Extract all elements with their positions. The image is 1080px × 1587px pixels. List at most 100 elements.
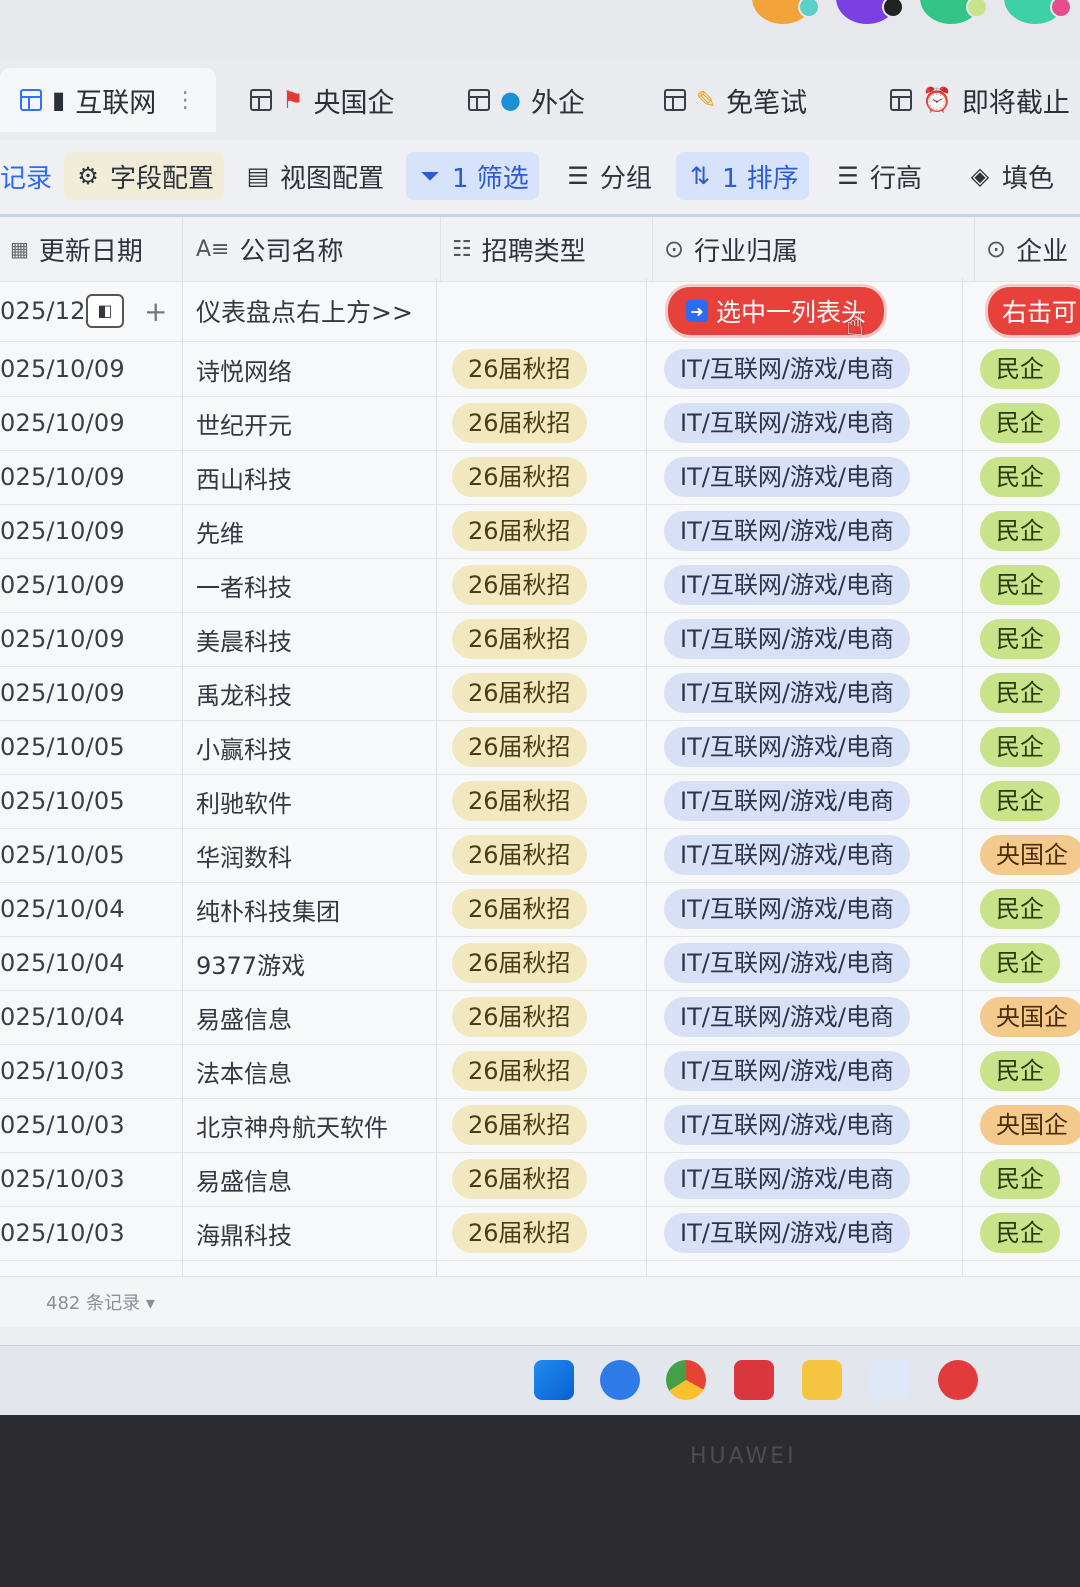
row-industry[interactable]: IT/互联网/游戏/电商 [664, 882, 910, 936]
row-company-type[interactable]: 民企 [980, 450, 1060, 504]
row-recruit-type[interactable]: 26届秋招 [452, 882, 587, 936]
row-recruit-type[interactable]: 26届秋招 [452, 1152, 587, 1206]
row-industry[interactable]: IT/互联网/游戏/电商 [664, 1044, 910, 1098]
row-company-type[interactable]: 央国企 [980, 1098, 1080, 1152]
row-recruit-type[interactable]: 26届秋招 [452, 936, 587, 990]
row-company-type[interactable]: 央国企 [980, 990, 1080, 1044]
row-company-type[interactable]: 民企 [980, 558, 1060, 612]
row-company-type[interactable]: 民企 [980, 882, 1060, 936]
table-row[interactable]: 025/10/09 先维 26届秋招 IT/互联网/游戏/电商 民企 [0, 504, 1080, 559]
header-update-date[interactable]: ▦ 更新日期 [10, 217, 143, 281]
group-button[interactable]: ☰ 分组 [554, 152, 662, 200]
edge-browser-icon[interactable] [600, 1360, 640, 1400]
row-company-type[interactable]: 民企 [980, 1206, 1060, 1260]
header-company[interactable]: A≡ 公司名称 [196, 217, 344, 281]
row-industry[interactable]: IT/互联网/游戏/电商 [664, 666, 910, 720]
table-row[interactable]: 025/10/09 诗悦网络 26届秋招 IT/互联网/游戏/电商 民企 [0, 342, 1080, 397]
add-row-icon[interactable]: + [144, 281, 167, 341]
table-row[interactable]: 025/10/09 禹龙科技 26届秋招 IT/互联网/游戏/电商 民企 [0, 666, 1080, 721]
chrome-icon[interactable] [666, 1360, 706, 1400]
header-recruit-type[interactable]: ☷ 招聘类型 [452, 217, 586, 281]
row-industry[interactable]: IT/互联网/游戏/电商 [664, 774, 910, 828]
tab-deadline[interactable]: ⏰ 即将截止 [890, 74, 1070, 126]
table-row[interactable]: 025/10/09 一者科技 26届秋招 IT/互联网/游戏/电商 民企 [0, 558, 1080, 613]
tab-internet[interactable]: ▮ 互联网 ⋮ [0, 68, 217, 132]
record-count[interactable]: 482 条记录 ▾ [46, 1289, 155, 1315]
row-company-type[interactable]: 民企 [980, 720, 1060, 774]
row-industry[interactable]: IT/互联网/游戏/电商 [664, 1098, 910, 1152]
table-row[interactable]: 025/12/ ◧ + 仪表盘点右上方>> ➜ 选中一列表头 右击可 [0, 281, 1080, 342]
row-recruit-type[interactable]: 26届秋招 [452, 990, 587, 1044]
row-company-type[interactable]: 民企 [980, 504, 1060, 558]
row-recruit-type[interactable]: 26届秋招 [452, 504, 587, 558]
right-click-pill[interactable]: 右击可 [988, 281, 1080, 341]
grid-view-icon [468, 89, 490, 111]
expand-row-icon[interactable]: ◧ [86, 281, 124, 341]
row-company-type[interactable]: 民企 [980, 774, 1060, 828]
tab-no-exam[interactable]: ✎ 免笔试 [664, 74, 807, 126]
row-company-type[interactable]: 民企 [980, 1152, 1060, 1206]
row-company-type[interactable]: 民企 [980, 342, 1060, 396]
view-config-button[interactable]: ▤ 视图配置 [234, 152, 394, 200]
row-recruit-type[interactable]: 26届秋招 [452, 1206, 587, 1260]
row-company-type[interactable]: 民企 [980, 612, 1060, 666]
row-industry[interactable]: IT/互联网/游戏/电商 [664, 450, 910, 504]
table-row[interactable]: 025/10/03 法本信息 26届秋招 IT/互联网/游戏/电商 民企 [0, 1044, 1080, 1099]
row-industry[interactable]: IT/互联网/游戏/电商 [664, 504, 910, 558]
fill-color-button[interactable]: ◈ 填色 [956, 152, 1064, 200]
more-icon[interactable]: ⋮ [174, 88, 196, 113]
sort-button[interactable]: ⇅ 1 排序 [676, 152, 809, 200]
row-recruit-type[interactable]: 26届秋招 [452, 1098, 587, 1152]
row-recruit-type[interactable]: 26届秋招 [452, 342, 587, 396]
row-recruit-type[interactable]: 26届秋招 [452, 450, 587, 504]
table-row[interactable]: 025/10/04 纯朴科技集团 26届秋招 IT/互联网/游戏/电商 民企 [0, 882, 1080, 937]
row-industry[interactable]: IT/互联网/游戏/电商 [664, 612, 910, 666]
table-row[interactable]: 025/10/03 北京神舟航天软件 26届秋招 IT/互联网/游戏/电商 央国企 [0, 1098, 1080, 1153]
row-company-type[interactable]: 民企 [980, 396, 1060, 450]
table-row[interactable]: 025/10/05 利驰软件 26届秋招 IT/互联网/游戏/电商 民企 [0, 774, 1080, 829]
table-row[interactable]: 025/10/04 9377游戏 26届秋招 IT/互联网/游戏/电商 民企 [0, 936, 1080, 991]
row-company-type[interactable]: 民企 [980, 936, 1060, 990]
table-row[interactable]: 025/10/05 华润数科 26届秋招 IT/互联网/游戏/电商 央国企 [0, 828, 1080, 883]
row-industry[interactable]: IT/互联网/游戏/电商 [664, 990, 910, 1044]
header-company-type[interactable]: ⊙ 企业 [986, 217, 1068, 281]
row-recruit-type[interactable]: 26届秋招 [452, 396, 587, 450]
lightning-app-icon[interactable] [870, 1360, 910, 1400]
row-industry[interactable]: IT/互联网/游戏/电商 [664, 342, 910, 396]
tab-soe[interactable]: ⚑ 央国企 [250, 74, 395, 126]
row-industry[interactable]: IT/互联网/游戏/电商 [664, 558, 910, 612]
row-industry[interactable]: IT/互联网/游戏/电商 [664, 936, 910, 990]
row-recruit-type[interactable]: 26届秋招 [452, 558, 587, 612]
app-red-icon[interactable] [734, 1360, 774, 1400]
table-row[interactable]: 025/10/05 小赢科技 26届秋招 IT/互联网/游戏/电商 民企 [0, 720, 1080, 775]
row-recruit-type[interactable]: 26届秋招 [452, 774, 587, 828]
row-recruit-type[interactable]: 26届秋招 [452, 612, 587, 666]
row-recruit-type[interactable]: 26届秋招 [452, 1044, 587, 1098]
table-row[interactable]: 025/10/04 易盛信息 26届秋招 IT/互联网/游戏/电商 央国企 [0, 990, 1080, 1045]
row-recruit-type[interactable]: 26届秋招 [452, 720, 587, 774]
table-row[interactable]: 025/10/03 易盛信息 26届秋招 IT/互联网/游戏/电商 民企 [0, 1152, 1080, 1207]
table-row[interactable]: 025/10/09 美晨科技 26届秋招 IT/互联网/游戏/电商 民企 [0, 612, 1080, 667]
header-industry[interactable]: ⊙ 行业归属 [664, 217, 798, 281]
records-button[interactable]: 记录 [0, 152, 62, 200]
row-industry[interactable]: IT/互联网/游戏/电商 [664, 828, 910, 882]
row-company-type[interactable]: 央国企 [980, 828, 1080, 882]
filter-button[interactable]: ⏷ 1 筛选 [406, 152, 539, 200]
row-company-type[interactable]: 民企 [980, 1044, 1060, 1098]
row-industry[interactable]: IT/互联网/游戏/电商 [664, 720, 910, 774]
row-height-button[interactable]: ☰ 行高 [824, 152, 932, 200]
row-recruit-type[interactable]: 26届秋招 [452, 828, 587, 882]
windows-start-icon[interactable] [534, 1360, 574, 1400]
tab-foreign[interactable]: ● 外企 [468, 74, 585, 126]
row-industry[interactable]: IT/互联网/游戏/电商 [664, 396, 910, 450]
row-industry[interactable]: IT/互联网/游戏/电商 [664, 1206, 910, 1260]
field-config-button[interactable]: ⚙ 字段配置 [64, 152, 225, 200]
file-explorer-icon[interactable] [802, 1360, 842, 1400]
netease-music-icon[interactable] [938, 1360, 978, 1400]
table-row[interactable]: 025/10/09 世纪开元 26届秋招 IT/互联网/游戏/电商 民企 [0, 396, 1080, 451]
row-recruit-type[interactable]: 26届秋招 [452, 666, 587, 720]
table-row[interactable]: 025/10/03 海鼎科技 26届秋招 IT/互联网/游戏/电商 民企 [0, 1206, 1080, 1261]
table-row[interactable]: 025/10/09 西山科技 26届秋招 IT/互联网/游戏/电商 民企 [0, 450, 1080, 505]
row-industry[interactable]: IT/互联网/游戏/电商 [664, 1152, 910, 1206]
row-company-type[interactable]: 民企 [980, 666, 1060, 720]
